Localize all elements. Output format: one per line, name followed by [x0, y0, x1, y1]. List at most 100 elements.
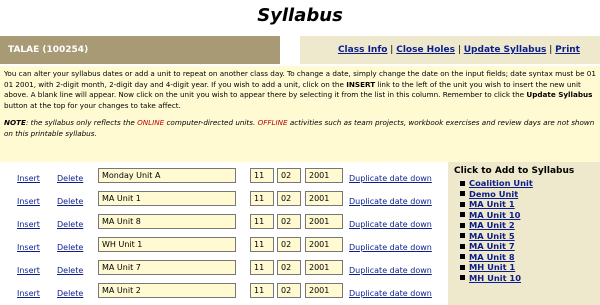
bullet-icon	[460, 233, 465, 238]
unit-link[interactable]: MA Unit 8	[469, 252, 515, 262]
duplicate-date-link[interactable]: Duplicate date down	[349, 197, 432, 206]
unit-name-input[interactable]	[98, 283, 236, 298]
unit-list-item: MA Unit 2	[454, 220, 600, 231]
year-input[interactable]	[305, 168, 343, 183]
add-to-syllabus-panel: Click to Add to Syllabus Coalition Unit …	[448, 162, 600, 305]
bullet-icon	[460, 243, 465, 249]
update-keyword: Update Syllabus	[526, 90, 593, 100]
year-input[interactable]	[305, 260, 343, 275]
month-input[interactable]	[250, 168, 274, 183]
insert-link[interactable]: Insert	[17, 174, 40, 183]
month-input[interactable]	[250, 191, 274, 206]
unit-list-item: Coalition Unit	[454, 178, 600, 189]
delete-link[interactable]: Delete	[57, 197, 83, 206]
unit-name-input[interactable]	[98, 237, 236, 252]
unit-link[interactable]: MA Unit 5	[469, 231, 515, 241]
unit-name-input[interactable]	[98, 260, 236, 275]
month-input[interactable]	[250, 283, 274, 298]
page-title: Syllabus	[257, 5, 343, 26]
bullet-icon	[460, 201, 465, 207]
syllabus-row: Insert Delete Duplicate date down	[0, 191, 448, 211]
unit-list-item: MA Unit 5	[454, 231, 600, 242]
unit-name-input[interactable]	[98, 168, 236, 183]
offline-keyword: OFFLINE	[257, 118, 288, 128]
bullet-icon	[460, 180, 465, 186]
separator: |	[549, 45, 553, 55]
bullet-icon	[460, 222, 465, 228]
bullet-icon	[460, 264, 465, 270]
month-input[interactable]	[250, 214, 274, 229]
day-input[interactable]	[277, 214, 301, 229]
duplicate-date-link[interactable]: Duplicate date down	[349, 220, 432, 229]
day-input[interactable]	[277, 260, 301, 275]
separator: |	[457, 45, 461, 55]
year-input[interactable]	[305, 283, 343, 298]
month-input[interactable]	[250, 260, 274, 275]
header-bar: TALAE (100254) Class Info | Close Holes …	[0, 36, 600, 83]
duplicate-date-link[interactable]: Duplicate date down	[349, 174, 432, 183]
separator: |	[390, 45, 394, 55]
duplicate-date-link[interactable]: Duplicate date down	[349, 243, 432, 252]
unit-list-item: MA Unit 10	[454, 210, 600, 221]
class-code: TALAE (100254)	[0, 36, 280, 64]
unit-name-input[interactable]	[98, 214, 236, 229]
unit-list-item: MH Unit 1	[454, 262, 600, 273]
unit-list-item: MH Unit 10	[454, 273, 600, 284]
unit-list-item: MA Unit 8	[454, 252, 600, 263]
unit-link[interactable]: MA Unit 10	[469, 210, 520, 220]
bullet-icon	[460, 212, 465, 217]
unit-link[interactable]: MA Unit 1	[469, 199, 515, 209]
insert-link[interactable]: Insert	[17, 266, 40, 275]
bullet-icon	[460, 254, 465, 259]
unit-list-item: MA Unit 1	[454, 199, 600, 210]
unit-link[interactable]: MH Unit 1	[469, 262, 515, 272]
update-syllabus-link[interactable]: Update Syllabus	[464, 45, 547, 55]
class-info-link[interactable]: Class Info	[338, 45, 387, 55]
year-input[interactable]	[305, 237, 343, 252]
unit-list: Coalition Unit Demo Unit MA Unit 1 MA Un…	[454, 178, 600, 283]
insert-link[interactable]: Insert	[17, 197, 40, 206]
syllabus-row: Insert Delete Duplicate date down	[0, 237, 448, 257]
unit-list-item: MA Unit 7	[454, 241, 600, 252]
nav-links: Class Info | Close Holes | Update Syllab…	[300, 36, 600, 83]
day-input[interactable]	[277, 283, 301, 298]
syllabus-row: Insert Delete Duplicate date down	[0, 168, 448, 188]
day-input[interactable]	[277, 191, 301, 206]
syllabus-row: Insert Delete Duplicate date down	[0, 214, 448, 234]
unit-link[interactable]: MH Unit 10	[469, 273, 521, 283]
note-part: : the syllabus only reflects the	[25, 118, 135, 128]
insert-keyword: INSERT	[346, 79, 376, 89]
delete-link[interactable]: Delete	[57, 289, 83, 298]
unit-name-input[interactable]	[98, 191, 236, 206]
unit-link[interactable]: MA Unit 2	[469, 220, 515, 230]
delete-link[interactable]: Delete	[57, 220, 83, 229]
duplicate-date-link[interactable]: Duplicate date down	[349, 266, 432, 275]
instructions-panel: You can alter your syllabus dates or add…	[0, 66, 600, 162]
unit-list-item: Demo Unit	[454, 189, 600, 200]
syllabus-row: Insert Delete Duplicate date down	[0, 260, 448, 280]
day-input[interactable]	[277, 168, 301, 183]
unit-link[interactable]: Demo Unit	[469, 189, 518, 199]
instructions-text: You can alter your syllabus dates or add…	[4, 69, 596, 111]
note-text: NOTE: the syllabus only reflects the ONL…	[4, 118, 596, 139]
bullet-icon	[460, 191, 465, 196]
insert-link[interactable]: Insert	[17, 289, 40, 298]
online-keyword: ONLINE	[137, 118, 165, 128]
insert-link[interactable]: Insert	[17, 220, 40, 229]
unit-link[interactable]: Coalition Unit	[469, 178, 533, 188]
bullet-icon	[460, 275, 465, 280]
year-input[interactable]	[305, 214, 343, 229]
year-input[interactable]	[305, 191, 343, 206]
add-panel-heading: Click to Add to Syllabus	[454, 166, 575, 176]
delete-link[interactable]: Delete	[57, 243, 83, 252]
month-input[interactable]	[250, 237, 274, 252]
note-part: computer-directed units.	[166, 118, 256, 128]
close-holes-link[interactable]: Close Holes	[396, 45, 455, 55]
unit-link[interactable]: MA Unit 7	[469, 241, 515, 251]
duplicate-date-link[interactable]: Duplicate date down	[349, 289, 432, 298]
day-input[interactable]	[277, 237, 301, 252]
delete-link[interactable]: Delete	[57, 266, 83, 275]
syllabus-row: Insert Delete Duplicate date down	[0, 283, 448, 303]
insert-link[interactable]: Insert	[17, 243, 40, 252]
delete-link[interactable]: Delete	[57, 174, 83, 183]
